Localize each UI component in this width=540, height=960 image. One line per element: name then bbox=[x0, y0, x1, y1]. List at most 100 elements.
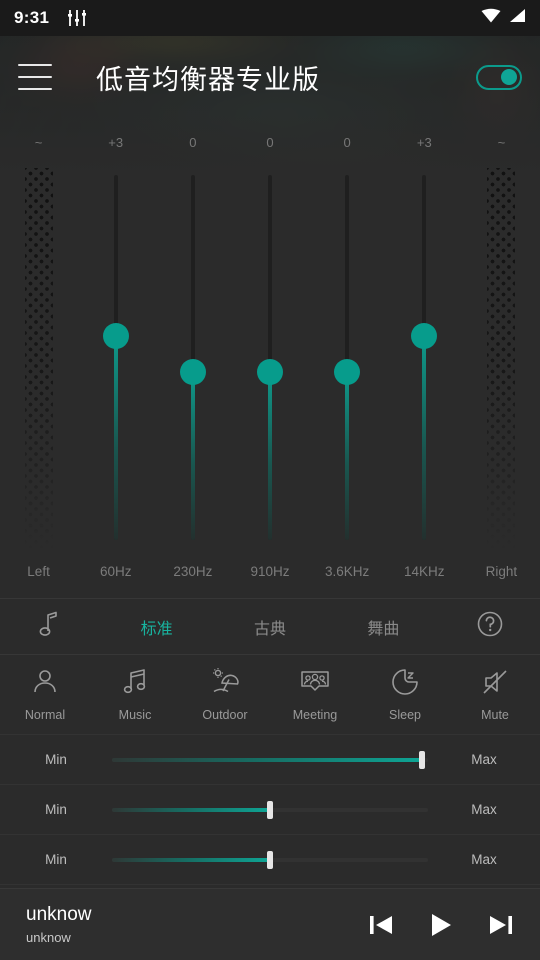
mode-label: Music bbox=[118, 708, 152, 722]
level-slider-row-1: Min Max bbox=[0, 735, 540, 785]
min-label: Min bbox=[45, 802, 67, 817]
preset-tabs: 标准 古典 舞曲 bbox=[0, 598, 540, 655]
equalizer-icon bbox=[67, 9, 87, 27]
eq-column-14khz: +3 14KHz bbox=[386, 118, 463, 598]
eq-value-label: 0 bbox=[343, 135, 351, 150]
eq-slider-fill bbox=[422, 335, 427, 540]
eq-slider-track[interactable] bbox=[113, 175, 118, 540]
eq-column-3.6khz: 0 3.6KHz bbox=[309, 118, 386, 598]
eq-value-label: ~ bbox=[34, 135, 43, 150]
beach-umbrella-icon bbox=[209, 667, 241, 700]
moon-sleep-icon bbox=[390, 667, 420, 700]
meeting-people-icon bbox=[299, 667, 331, 700]
eq-band-label: 60Hz bbox=[99, 564, 132, 579]
mode-label: Normal bbox=[24, 708, 66, 722]
app-bar: 低音均衡器专业版 bbox=[0, 36, 540, 118]
eq-slider-thumb[interactable] bbox=[256, 359, 283, 386]
preset-tab-3[interactable]: 舞曲 bbox=[327, 615, 440, 639]
mode-label: Outdoor bbox=[202, 708, 248, 722]
mode-row: Normal Music Outdoor Meeting Sleep Mute bbox=[0, 655, 540, 735]
mode-sleep[interactable]: Sleep bbox=[360, 667, 450, 722]
person-icon bbox=[30, 667, 60, 700]
eq-slider-fill bbox=[267, 372, 272, 540]
eq-value-label: +3 bbox=[108, 135, 124, 150]
power-toggle[interactable] bbox=[476, 64, 522, 90]
channel-grille[interactable] bbox=[487, 168, 516, 548]
level-slider-thumb[interactable] bbox=[418, 750, 425, 769]
eq-slider-fill bbox=[345, 372, 350, 540]
max-label: Max bbox=[471, 802, 497, 817]
skip-next-icon[interactable] bbox=[488, 913, 514, 937]
eq-band-label: 3.6KHz bbox=[324, 564, 370, 579]
level-slider-row-2: Min Max bbox=[0, 785, 540, 835]
eq-slider-thumb[interactable] bbox=[102, 322, 129, 349]
eq-slider-track[interactable] bbox=[190, 175, 195, 540]
transport-controls bbox=[368, 912, 514, 938]
eq-slider-fill bbox=[113, 335, 118, 540]
wifi-icon bbox=[481, 8, 501, 28]
max-label: Max bbox=[471, 752, 497, 767]
status-bar-indicators bbox=[481, 8, 526, 28]
eq-value-label: 0 bbox=[189, 135, 197, 150]
status-bar-clock: 9:31 bbox=[14, 8, 50, 27]
equalizer-app-screen: 9:31 低音均衡器专业版 ~ Left +3 60Hz 0 230Hz 0 9… bbox=[0, 0, 540, 960]
cell-signal-icon bbox=[508, 8, 526, 28]
skip-previous-icon[interactable] bbox=[368, 913, 394, 937]
mode-outdoor[interactable]: Outdoor bbox=[180, 667, 270, 722]
level-slider[interactable] bbox=[112, 735, 428, 785]
level-slider[interactable] bbox=[112, 785, 428, 835]
eq-value-label: 0 bbox=[266, 135, 274, 150]
level-slider-fill bbox=[112, 807, 270, 812]
toggle-knob bbox=[501, 69, 517, 85]
track-title: unknow bbox=[26, 904, 92, 926]
level-slider-row-3: Min Max bbox=[0, 835, 540, 885]
mode-meeting[interactable]: Meeting bbox=[270, 667, 360, 722]
eq-value-label: ~ bbox=[497, 135, 506, 150]
eq-slider-track[interactable] bbox=[345, 175, 350, 540]
max-label: Max bbox=[471, 852, 497, 867]
equalizer-panel: ~ Left +3 60Hz 0 230Hz 0 910Hz 0 3.6KHz +3 14KHz ~ Ri… bbox=[0, 118, 540, 598]
min-label: Min bbox=[45, 752, 67, 767]
music-notes-icon bbox=[120, 667, 150, 700]
min-label: Min bbox=[45, 852, 67, 867]
eq-column-910hz: 0 910Hz bbox=[231, 118, 308, 598]
mode-label: Mute bbox=[481, 708, 509, 722]
eq-slider-thumb[interactable] bbox=[179, 359, 206, 386]
level-slider-thumb[interactable] bbox=[267, 800, 273, 819]
page-title: 低音均衡器专业版 bbox=[96, 64, 320, 95]
eq-column-right: ~ Right bbox=[463, 118, 540, 598]
play-icon[interactable] bbox=[428, 912, 454, 938]
eq-column-60hz: +3 60Hz bbox=[77, 118, 154, 598]
speaker-mute-icon bbox=[480, 667, 510, 700]
eq-slider-thumb[interactable] bbox=[334, 359, 361, 386]
level-slider-thumb[interactable] bbox=[267, 850, 273, 869]
level-slider-fill bbox=[112, 757, 422, 762]
preset-tab-2[interactable]: 古典 bbox=[213, 615, 326, 639]
hamburger-menu-icon[interactable] bbox=[18, 64, 52, 90]
mode-label: Meeting bbox=[292, 708, 338, 722]
help-circle-icon[interactable] bbox=[440, 610, 540, 643]
eq-column-230hz: 0 230Hz bbox=[154, 118, 231, 598]
track-info: unknow unknow bbox=[26, 904, 92, 945]
mode-mute[interactable]: Mute bbox=[450, 667, 540, 722]
eq-slider-thumb[interactable] bbox=[411, 322, 438, 349]
eq-value-label: +3 bbox=[416, 135, 432, 150]
eq-band-label: 230Hz bbox=[173, 564, 213, 579]
channel-grille[interactable] bbox=[24, 168, 53, 548]
track-artist: unknow bbox=[26, 929, 71, 945]
eq-slider-fill bbox=[190, 372, 195, 540]
mode-normal[interactable]: Normal bbox=[0, 667, 90, 722]
player-bar: unknow unknow bbox=[0, 888, 540, 960]
eq-band-label: 14KHz bbox=[404, 564, 445, 579]
eq-column-left: ~ Left bbox=[0, 118, 77, 598]
eq-slider-track[interactable] bbox=[267, 175, 272, 540]
level-slider-fill bbox=[112, 857, 270, 862]
music-note-icon[interactable] bbox=[0, 611, 100, 642]
eq-band-label: 910Hz bbox=[250, 564, 290, 579]
eq-slider-track[interactable] bbox=[422, 175, 427, 540]
status-bar: 9:31 bbox=[0, 0, 540, 36]
preset-tab-1[interactable]: 标准 bbox=[100, 615, 213, 639]
mode-label: Sleep bbox=[389, 708, 421, 722]
level-slider[interactable] bbox=[112, 835, 428, 885]
mode-music[interactable]: Music bbox=[90, 667, 180, 722]
